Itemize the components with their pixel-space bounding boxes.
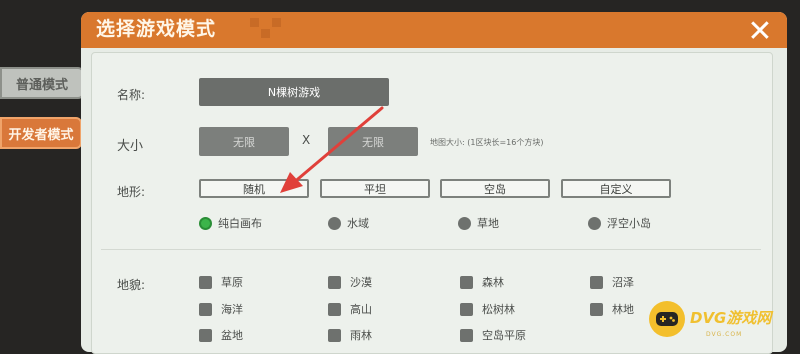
checkbox-icon [199,302,212,316]
landform-grassland[interactable]: 草原 [199,274,243,290]
landform-swamp[interactable]: 沼泽 [590,274,634,290]
dialog-title: 选择游戏模式 [96,18,217,40]
terrain-option-grass[interactable]: 草地 [458,214,499,232]
checkbox-icon [590,302,603,316]
landform-label-text: 高山 [350,303,372,316]
checkbox-icon [328,302,341,316]
landform-label-text: 空岛平原 [482,329,526,342]
terrain-custom-button[interactable]: 自定义 [561,179,671,198]
landform-label: 地貌: [117,278,146,292]
checkbox-icon [460,275,473,289]
landform-label-text: 草原 [221,276,243,289]
landform-label-text: 沼泽 [612,276,634,289]
terrain-option-label: 水域 [347,217,369,230]
radio-selected-icon [199,216,212,230]
checkbox-icon [460,302,473,316]
terrain-option-blank[interactable]: 纯白画布 [199,214,262,232]
terrain-option-label: 纯白画布 [218,217,262,230]
terrain-label: 地形: [117,185,146,199]
landform-label-text: 海洋 [221,303,243,316]
checkbox-icon [328,328,341,342]
landform-label-text: 林地 [612,303,634,316]
name-label: 名称: [117,88,146,102]
landform-forest[interactable]: 森林 [460,274,504,290]
checkbox-icon [460,328,473,342]
terrain-option-label: 浮空小岛 [607,217,651,230]
terrain-option-label: 草地 [477,217,499,230]
landform-label-text: 雨林 [350,329,372,342]
close-icon: ✕ [747,13,773,49]
watermark-logo-icon [649,301,685,337]
size-label: 大小 [117,139,144,154]
landform-basin[interactable]: 盆地 [199,327,243,343]
radio-icon [458,216,471,230]
size-hint: 地图大小: (1区块长=16个方块) [430,138,544,147]
tab-normal-mode[interactable]: 普通模式 [0,67,84,99]
tab-developer-mode[interactable]: 开发者模式 [0,117,82,149]
radio-icon [588,216,601,230]
watermark-text: DVG游戏网 [690,309,772,327]
landform-label-text: 沙漠 [350,276,372,289]
watermark-url: DVG.COM [706,331,743,338]
landform-label-text: 松树林 [482,303,515,316]
landform-pine-forest[interactable]: 松树林 [460,301,515,317]
landform-woodland[interactable]: 林地 [590,301,634,317]
section-divider [101,249,761,250]
landform-label-text: 森林 [482,276,504,289]
terrain-option-floating[interactable]: 浮空小岛 [588,214,651,232]
terrain-skyisland-button[interactable]: 空岛 [440,179,550,198]
close-button[interactable]: ✕ [740,13,780,49]
landform-mountain[interactable]: 高山 [328,301,372,317]
checkbox-icon [199,275,212,289]
radio-icon [328,216,341,230]
landform-ocean[interactable]: 海洋 [199,301,243,317]
landform-rainforest[interactable]: 雨林 [328,327,372,343]
checkbox-icon [199,328,212,342]
terrain-option-water[interactable]: 水域 [328,214,369,232]
checkbox-icon [328,275,341,289]
landform-skyisland-plain[interactable]: 空岛平原 [460,327,526,343]
landform-label-text: 盆地 [221,329,243,342]
landform-desert[interactable]: 沙漠 [328,274,372,290]
annotation-arrow [280,106,384,193]
checkbox-icon [590,275,603,289]
title-decoration [250,18,281,40]
